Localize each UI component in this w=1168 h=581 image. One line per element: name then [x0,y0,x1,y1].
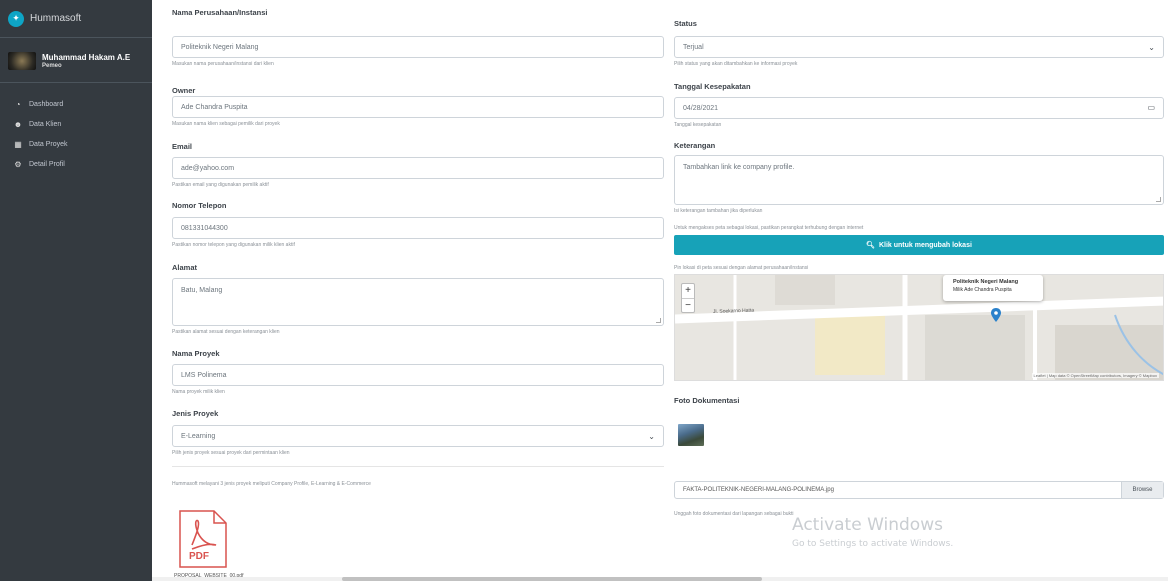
map-popup-title: Politeknik Negeri Malang [953,279,1019,285]
project-name-label: Nama Proyek [172,349,220,358]
deal-date-help: Tanggal kesepakatan [674,122,722,128]
notes-value: Tambahkan link ke company profile. [683,164,795,171]
sidebar-item-data-klien[interactable]: ☻ Data Klien [0,115,152,134]
photo-help: Unggah foto dokumentasi dari lapangan se… [674,511,794,517]
email-help: Pastikan email yang digunakan pemilik ak… [172,182,269,188]
photo-label: Foto Dokumentasi [674,396,740,405]
calendar-icon[interactable]: ▭ [1147,103,1155,112]
sidebar-item-detail-profil[interactable]: ⚙ Detail Profil [0,155,152,174]
address-label: Alamat [172,263,198,272]
brand-logo-icon: ✦ [8,10,24,27]
location-hint: Untuk mengakses peta sebagai lokasi, pas… [674,225,864,231]
scrollbar-thumb[interactable] [342,577,762,581]
address-textarea[interactable]: Batu, Malang [172,278,664,326]
chevron-down-icon: ⌄ [648,432,655,441]
owner-help: Masukan nama klien sebagai pemilik dari … [172,121,280,127]
company-label: Nama Perusahaan/Instansi [172,8,268,17]
company-help: Masukan nama perusahaan/instansi dari kl… [172,61,274,67]
activate-windows-title: Activate Windows [792,515,943,535]
map-hint: Pin lokasi di peta sesuai dengan alamat … [674,265,809,271]
brand-name: Hummasoft [30,13,82,24]
user-role: Pemeo [42,63,62,69]
sidebar-item-label: Detail Profil [29,161,65,168]
pdf-icon-text: PDF [189,551,209,562]
divider [172,466,664,467]
email-input[interactable]: ade@yahoo.com [172,157,664,179]
horizontal-scrollbar[interactable] [152,577,1168,581]
project-type-help: Pilih jenis proyek sesuai proyek dari pe… [172,450,290,456]
table-icon: ▦ [14,140,22,149]
phone-help: Pastikan nomor telepon yang digunakan mi… [172,242,295,248]
status-select[interactable]: Terjual ⌄ [674,36,1164,58]
owner-label: Owner [172,86,196,95]
main-content: Nama Perusahaan/Instansi Politeknik Nege… [152,0,1168,581]
owner-input[interactable]: Ade Chandra Puspita [172,96,664,118]
sidebar: ✦ Hummasoft Muhammad Hakam A.E Pemeo ◔ D… [0,0,152,581]
sidebar-item-dashboard[interactable]: ◔ Dashboard [0,95,152,114]
user-name: Muhammad Hakam A.E [42,53,131,62]
email-label: Email [172,142,193,151]
photo-file-input[interactable]: FAKTA-POLITEKNIK-NEGERI-MALANG-POLINEMA.… [674,481,1164,499]
user-panel[interactable]: Muhammad Hakam A.E Pemeo [0,38,152,83]
deal-date-input[interactable]: 04/28/2021 ▭ [674,97,1164,119]
zoom-out-button[interactable]: − [682,298,694,312]
project-type-value: E-Learning [181,432,216,440]
sidebar-item-data-proyek[interactable]: ▦ Data Proyek [0,135,152,154]
change-location-button[interactable]: 🔍︎ Klik untuk mengubah lokasi [674,235,1164,255]
gear-icon: ⚙ [14,160,22,169]
activate-windows-subtitle: Go to Settings to activate Windows. [792,539,954,549]
resize-handle-icon[interactable] [1156,197,1161,202]
sidebar-item-label: Data Proyek [29,141,68,148]
project-footnote: Hummasoft melayani 3 jenis proyek melipu… [172,481,371,487]
company-input[interactable]: Politeknik Negeri Malang [172,36,664,58]
map-marker-icon[interactable] [991,308,1001,322]
change-location-label: Klik untuk mengubah lokasi [878,241,972,249]
resize-handle-icon[interactable] [656,318,661,323]
sidebar-item-label: Dashboard [29,101,64,108]
map-popup: Politeknik Negeri Malang Milik Ade Chand… [943,275,1043,301]
project-type-label: Jenis Proyek [172,409,219,418]
status-value: Terjual [683,43,704,51]
map-attribution: Leaflet | Map data © OpenStreetMap contr… [1031,373,1159,378]
tachometer-icon: ◔ [15,100,21,109]
status-label: Status [674,19,697,28]
phone-label: Nomor Telepon [172,201,227,210]
notes-help: Isi keterangan tambahan jika diperlukan [674,208,763,214]
sidebar-nav: ◔ Dashboard ☻ Data Klien ▦ Data Proyek ⚙… [0,83,152,174]
photo-thumbnail[interactable] [678,424,704,446]
notes-label: Keterangan [674,141,716,150]
sidebar-item-label: Data Klien [29,121,62,128]
location-map[interactable]: Jl. Soekarno Hatta + − Politeknik Negeri… [674,274,1164,381]
zoom-in-button[interactable]: + [682,284,694,298]
map-zoom-control: + − [681,283,695,313]
chevron-down-icon: ⌄ [1148,43,1155,52]
status-help: Pilih status yang akan ditambahkan ke in… [674,61,798,67]
phone-input[interactable]: 081331044300 [172,217,664,239]
project-name-help: Nama proyek milik klien [172,389,225,395]
brand-link[interactable]: ✦ Hummasoft [0,0,152,38]
photo-filename: FAKTA-POLITEKNIK-NEGERI-MALANG-POLINEMA.… [683,487,834,493]
users-icon: ☻ [13,120,23,129]
project-name-input[interactable]: LMS Polinema [172,364,664,386]
notes-textarea[interactable]: Tambahkan link ke company profile. [674,155,1164,205]
avatar [8,52,36,70]
pdf-file-icon[interactable]: PDF [176,509,228,569]
search-icon: 🔍︎ [866,242,875,249]
map-popup-sub: Milik Ade Chandra Puspita [953,287,1012,293]
address-value: Batu, Malang [181,287,223,294]
browse-button[interactable]: Browse [1121,482,1163,498]
project-type-select[interactable]: E-Learning ⌄ [172,425,664,447]
deal-date-value: 04/28/2021 [683,104,719,112]
address-help: Pastikan alamat sesuai dengan keterangan… [172,329,280,335]
deal-date-label: Tanggal Kesepakatan [674,82,751,91]
